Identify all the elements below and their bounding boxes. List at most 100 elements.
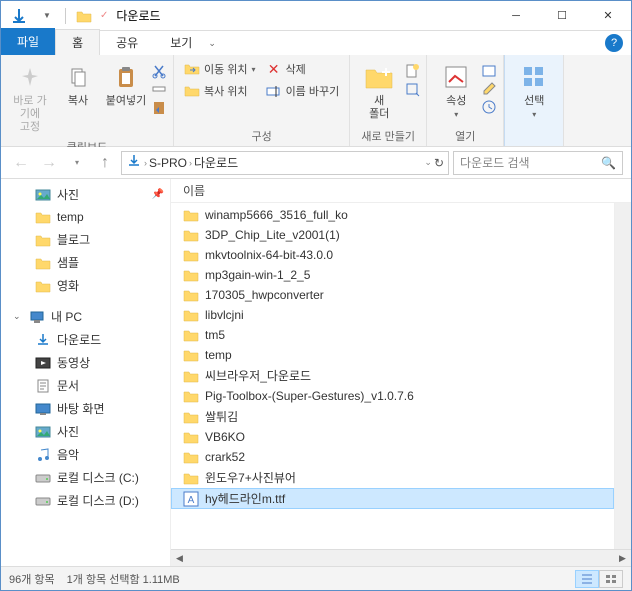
delete-icon: ✕: [266, 61, 282, 77]
file-name: crark52: [205, 450, 245, 464]
file-name: hy헤드라인m.ttf: [205, 490, 285, 507]
select-button[interactable]: 선택 ▾: [511, 59, 557, 122]
file-item[interactable]: 쌀튀김: [171, 406, 614, 427]
file-list[interactable]: winamp5666_3516_full_ko3DP_Chip_Lite_v20…: [171, 203, 614, 549]
file-item[interactable]: 170305_hwpconverter: [171, 285, 614, 305]
videos-icon: [35, 355, 51, 371]
properties-button[interactable]: 속성 ▾: [433, 59, 479, 122]
file-item[interactable]: temp: [171, 345, 614, 365]
address-path[interactable]: › S-PRO › 다운로드 ⌄ ↻: [121, 151, 449, 175]
maximize-button[interactable]: ☐: [539, 1, 585, 31]
copy-button[interactable]: 복사: [55, 59, 101, 110]
easy-access-icon[interactable]: [404, 81, 420, 97]
view-thumbnails-button[interactable]: [599, 570, 623, 588]
folder-icon[interactable]: [72, 4, 96, 28]
address-dropdown-icon[interactable]: ⌄: [424, 157, 432, 168]
nav-item-샘플[interactable]: 샘플: [1, 251, 170, 274]
file-item[interactable]: mp3gain-win-1_2_5: [171, 265, 614, 285]
folder-icon: [183, 388, 199, 404]
navigation-pane[interactable]: 사진📌temp블로그샘플영화 ⌄내 PC다운로드동영상문서바탕 화면사진음악로컬 …: [1, 179, 171, 566]
scroll-right-icon[interactable]: ▶: [614, 550, 631, 567]
copy-path-icon[interactable]: [151, 81, 167, 97]
edit-icon[interactable]: [481, 81, 497, 97]
new-item-icon[interactable]: [404, 63, 420, 79]
file-item[interactable]: 윈도우7+사진뷰어: [171, 467, 614, 488]
nav-forward-button[interactable]: →: [37, 151, 61, 175]
history-icon[interactable]: [481, 99, 497, 115]
nav-item-downloads[interactable]: 다운로드: [1, 328, 170, 351]
documents-icon: [35, 378, 51, 394]
horizontal-scrollbar[interactable]: ◀ ▶: [171, 549, 631, 566]
chevron-right-icon[interactable]: ›: [189, 158, 192, 168]
folder-icon: [35, 209, 51, 225]
paste-shortcut-icon[interactable]: [151, 99, 167, 115]
file-item[interactable]: winamp5666_3516_full_ko: [171, 205, 614, 225]
file-name: mkvtoolnix-64-bit-43.0.0: [205, 248, 333, 262]
new-folder-button[interactable]: 새 폴더: [356, 59, 402, 123]
scroll-left-icon[interactable]: ◀: [171, 550, 188, 567]
nav-item-desktop[interactable]: 바탕 화면: [1, 397, 170, 420]
status-bar: 96개 항목 1개 항목 선택함 1.11MB: [1, 566, 631, 590]
close-button[interactable]: ✕: [585, 1, 631, 31]
folder-icon: [183, 368, 199, 384]
cut-icon[interactable]: [151, 63, 167, 79]
nav-item-사진[interactable]: 사진📌: [1, 183, 170, 206]
refresh-icon[interactable]: ↻: [434, 156, 444, 170]
search-input[interactable]: 다운로드 검색 🔍: [453, 151, 623, 175]
rename-button[interactable]: 이름 바꾸기: [262, 81, 344, 101]
column-header-name[interactable]: 이름: [171, 179, 631, 203]
breadcrumb-segment[interactable]: S-PRO: [149, 156, 187, 170]
file-item[interactable]: Ahy헤드라인m.ttf: [171, 488, 614, 509]
chevron-right-icon[interactable]: ›: [144, 158, 147, 168]
file-item[interactable]: 씨브라우저_다운로드: [171, 365, 614, 386]
paste-button[interactable]: 붙여넣기: [103, 59, 149, 110]
nav-item-label: 로컬 디스크 (D:): [57, 492, 139, 509]
nav-item-music[interactable]: 음악: [1, 443, 170, 466]
pin-to-quickaccess-button[interactable]: 바로 가기에 고정: [7, 59, 53, 137]
music-icon: [35, 447, 51, 463]
select-icon: [518, 61, 550, 93]
breadcrumb-segment[interactable]: 다운로드: [194, 154, 238, 171]
vertical-scrollbar[interactable]: [614, 203, 631, 549]
pictures-icon: [35, 187, 51, 203]
file-item[interactable]: Pig-Toolbox-(Super-Gestures)_v1.0.7.6: [171, 386, 614, 406]
move-to-button[interactable]: 이동 위치▾: [180, 59, 260, 79]
nav-item-documents[interactable]: 문서: [1, 374, 170, 397]
nav-item-videos[interactable]: 동영상: [1, 351, 170, 374]
file-name: Pig-Toolbox-(Super-Gestures)_v1.0.7.6: [205, 389, 414, 403]
file-name: 쌀튀김: [205, 408, 238, 425]
nav-item-drive[interactable]: 로컬 디스크 (C:): [1, 466, 170, 489]
tab-home[interactable]: 홈: [55, 29, 100, 55]
open-icon[interactable]: [481, 63, 497, 79]
qat-check-icon: ✓: [100, 10, 108, 21]
file-item[interactable]: libvlcjni: [171, 305, 614, 325]
nav-item-temp[interactable]: temp: [1, 206, 170, 228]
tab-file[interactable]: 파일: [1, 28, 55, 55]
nav-back-button[interactable]: ←: [9, 151, 33, 175]
qat-dropdown-icon[interactable]: ▼: [35, 4, 59, 28]
file-item[interactable]: mkvtoolnix-64-bit-43.0.0: [171, 245, 614, 265]
nav-item-label: 로컬 디스크 (C:): [57, 469, 139, 486]
tab-share[interactable]: 공유: [100, 30, 154, 55]
copy-to-button[interactable]: 복사 위치: [180, 81, 260, 101]
nav-up-button[interactable]: ↑: [93, 151, 117, 175]
file-item[interactable]: crark52: [171, 447, 614, 467]
nav-item-this-pc[interactable]: ⌄내 PC: [1, 305, 170, 328]
file-item[interactable]: VB6KO: [171, 427, 614, 447]
file-item[interactable]: 3DP_Chip_Lite_v2001(1): [171, 225, 614, 245]
view-details-button[interactable]: [575, 570, 599, 588]
search-icon: 🔍: [601, 156, 616, 170]
delete-button[interactable]: ✕ 삭제: [262, 59, 344, 79]
file-item[interactable]: tm5: [171, 325, 614, 345]
help-button[interactable]: ?: [605, 34, 623, 52]
tab-view[interactable]: 보기: [154, 30, 208, 55]
nav-item-drive[interactable]: 로컬 디스크 (D:): [1, 489, 170, 512]
minimize-button[interactable]: ─: [493, 1, 539, 31]
nav-item-블로그[interactable]: 블로그: [1, 228, 170, 251]
nav-recent-dropdown[interactable]: ▾: [65, 151, 89, 175]
ribbon-collapse-icon[interactable]: ⌄: [208, 38, 216, 49]
nav-item-pictures[interactable]: 사진: [1, 420, 170, 443]
downloads-icon: [126, 153, 142, 172]
chevron-down-icon: ⌄: [13, 311, 23, 322]
nav-item-영화[interactable]: 영화: [1, 274, 170, 297]
